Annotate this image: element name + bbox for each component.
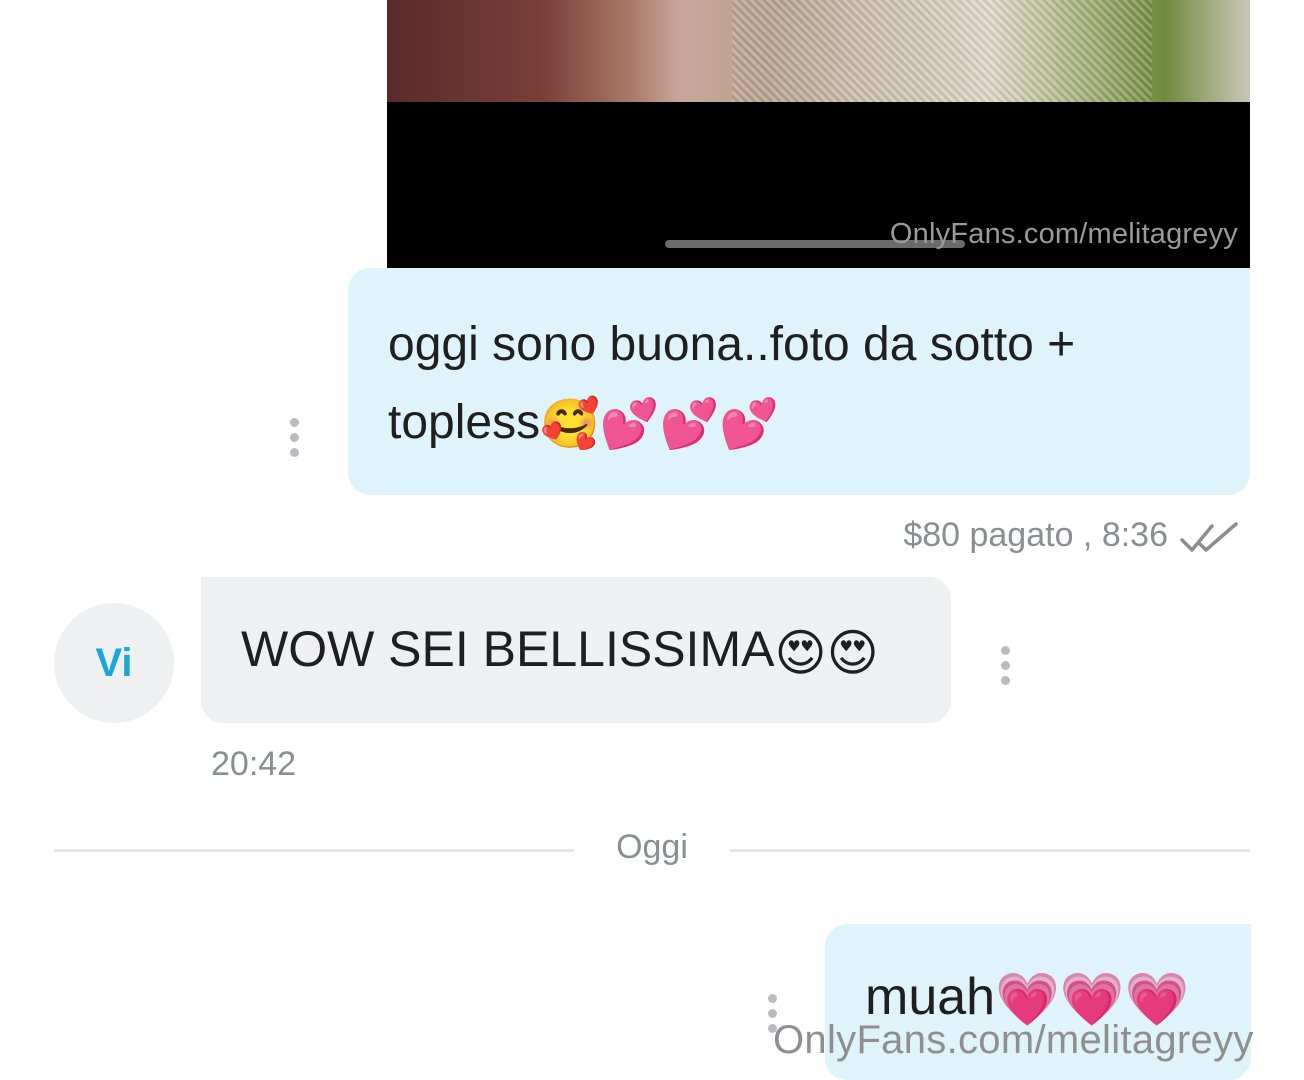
footer-watermark: OnlyFans.com/melitagreyy xyxy=(773,1018,1254,1062)
avatar[interactable]: Vi xyxy=(54,603,174,723)
emoji-group: 🥰💕💕💕 xyxy=(540,398,780,452)
media-attachment[interactable]: OnlyFans.com/melitagreyy xyxy=(387,0,1250,268)
outgoing-message-bubble[interactable]: oggi sono buona..foto da sotto + topless… xyxy=(348,268,1250,495)
message-meta: $80 pagato , 8:36 xyxy=(903,516,1168,554)
media-watermark: OnlyFans.com/melitagreyy xyxy=(889,218,1238,250)
emoji-group: 😍😍 xyxy=(774,624,879,681)
message-time: 20:42 xyxy=(211,745,297,783)
date-divider-label: Oggi xyxy=(616,828,688,866)
divider-line-left xyxy=(54,849,574,852)
divider-line-right xyxy=(730,849,1250,852)
message-options-icon[interactable] xyxy=(288,418,300,463)
message-text: WOW SEI BELLISSIMA😍😍 xyxy=(241,617,879,685)
double-check-icon xyxy=(1180,522,1238,552)
incoming-message-bubble[interactable]: WOW SEI BELLISSIMA😍😍 xyxy=(201,577,951,723)
media-photo[interactable] xyxy=(387,0,1250,102)
message-options-icon[interactable] xyxy=(999,646,1011,691)
message-text: oggi sono buona..foto da sotto + topless… xyxy=(388,306,1218,464)
avatar-initials: Vi xyxy=(95,640,133,685)
